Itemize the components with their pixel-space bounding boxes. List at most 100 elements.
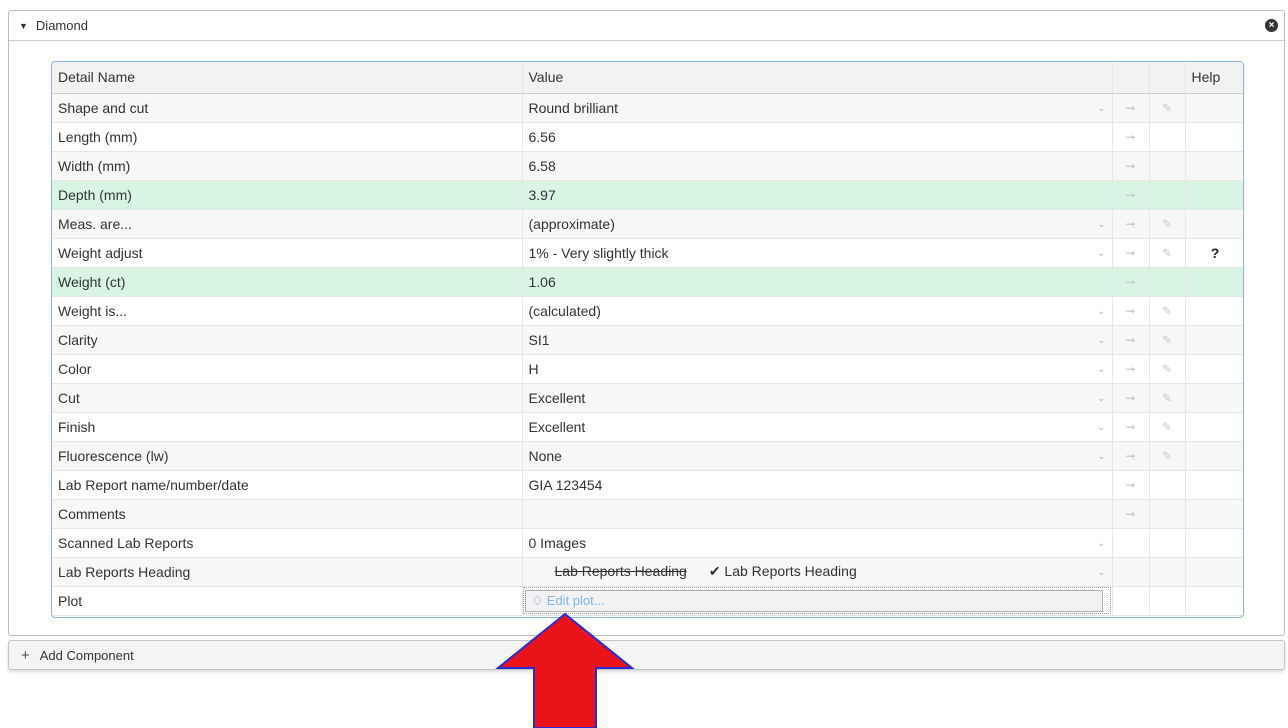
sign-in-icon[interactable]: ➞ xyxy=(1112,383,1150,413)
row-value-select[interactable]: H ⌄ xyxy=(522,354,1113,384)
row-name: Weight is... xyxy=(52,296,523,326)
row-value-input[interactable]: 3.97 xyxy=(522,180,1113,210)
plot-cell: ♢ Edit plot... xyxy=(522,586,1113,616)
row-value: None xyxy=(528,447,562,464)
edit-plot-button[interactable]: ♢ Edit plot... xyxy=(524,589,1103,612)
row-value: Excellent xyxy=(528,389,586,406)
row-value-select[interactable]: Round brilliant ⌄ xyxy=(522,93,1113,123)
sign-in-icon[interactable]: ➞ xyxy=(1112,470,1150,500)
help-cell xyxy=(1185,267,1243,297)
table-row: Lab Report name/number/date GIA 123454 ➞ xyxy=(52,470,1243,500)
row-value-input[interactable]: 6.56 xyxy=(522,122,1113,152)
sign-in-icon[interactable]: ➞ xyxy=(1112,238,1150,268)
table-row: Weight (ct) 1.06 ➞ xyxy=(52,267,1243,297)
column-header-detail-name[interactable]: Detail Name xyxy=(52,62,523,94)
column-header-edit xyxy=(1149,62,1186,94)
row-name: Weight adjust xyxy=(52,238,523,268)
help-cell xyxy=(1185,499,1243,529)
row-name: Color xyxy=(52,354,523,384)
sign-in-icon[interactable]: ➞ xyxy=(1112,412,1150,442)
row-value-input[interactable] xyxy=(522,499,1113,529)
sign-in-icon[interactable]: ➞ xyxy=(1112,93,1150,123)
row-value-select[interactable]: Excellent ⌄ xyxy=(522,383,1113,413)
sign-in-icon[interactable]: ➞ xyxy=(1112,267,1150,297)
chevron-down-icon[interactable]: ⌄ xyxy=(1097,335,1105,346)
chevron-down-icon[interactable]: ⌄ xyxy=(1097,451,1105,462)
add-component-button[interactable]: + Add Component xyxy=(8,640,1285,670)
row-value: (approximate) xyxy=(528,215,615,232)
edit-icon[interactable]: ✎ xyxy=(1149,325,1186,355)
help-cell xyxy=(1185,412,1243,442)
table-row: Finish Excellent ⌄ ➞ ✎ xyxy=(52,412,1243,442)
diamond-panel: ▼ Diamond × Detail Name Value Help Shape… xyxy=(8,10,1285,636)
edit-icon[interactable]: ✎ xyxy=(1149,296,1186,326)
help-icon[interactable]: ? xyxy=(1185,238,1243,268)
edit-icon[interactable]: ✎ xyxy=(1149,354,1186,384)
panel-header[interactable]: ▼ Diamond xyxy=(9,11,1284,41)
row-value-input[interactable]: 1.06 xyxy=(522,267,1113,297)
chevron-down-icon[interactable]: ⌄ xyxy=(1097,364,1105,375)
help-cell xyxy=(1185,151,1243,181)
chevron-down-icon[interactable]: ⌄ xyxy=(1097,306,1105,317)
collapse-caret-icon[interactable]: ▼ xyxy=(19,21,28,31)
sign-in-icon[interactable]: ➞ xyxy=(1112,209,1150,239)
column-header-value[interactable]: Value xyxy=(522,62,1113,94)
table-row: Cut Excellent ⌄ ➞ ✎ xyxy=(52,383,1243,413)
row-value-select[interactable]: 1% - Very slightly thick ⌄ xyxy=(522,238,1113,268)
table-row: Scanned Lab Reports 0 Images ⌄ xyxy=(52,528,1243,558)
chevron-down-icon[interactable]: ⌄ xyxy=(1097,103,1105,114)
chevron-down-icon[interactable]: ⌄ xyxy=(1097,248,1105,259)
close-icon[interactable]: × xyxy=(1265,19,1278,32)
table-row: Clarity SI1 ⌄ ➞ ✎ xyxy=(52,325,1243,355)
edit-icon[interactable]: ✎ xyxy=(1149,209,1186,239)
chevron-down-icon[interactable]: ⌄ xyxy=(1097,567,1105,578)
sign-in-icon[interactable]: ➞ xyxy=(1112,180,1150,210)
help-cell xyxy=(1185,209,1243,239)
table-row: Meas. are... (approximate) ⌄ ➞ ✎ xyxy=(52,209,1243,239)
row-value-select[interactable]: (calculated) ⌄ xyxy=(522,296,1113,326)
edit-icon[interactable]: ✎ xyxy=(1149,238,1186,268)
sign-in-icon[interactable]: ➞ xyxy=(1112,354,1150,384)
help-cell xyxy=(1185,441,1243,471)
row-value-select[interactable]: None ⌄ xyxy=(522,441,1113,471)
row-name: Scanned Lab Reports xyxy=(52,528,523,558)
row-name: Fluorescence (lw) xyxy=(52,441,523,471)
sign-in-icon[interactable]: ➞ xyxy=(1112,122,1150,152)
row-value-input[interactable]: 6.58 xyxy=(522,151,1113,181)
help-cell xyxy=(1185,93,1243,123)
edit-icon[interactable]: ✎ xyxy=(1149,383,1186,413)
row-value-select[interactable]: SI1 ⌄ xyxy=(522,325,1113,355)
edit-icon[interactable]: ✎ xyxy=(1149,441,1186,471)
help-cell xyxy=(1185,586,1243,616)
sign-in-icon[interactable]: ➞ xyxy=(1112,151,1150,181)
empty-cell xyxy=(1112,557,1150,587)
row-value-input[interactable]: GIA 123454 xyxy=(522,470,1113,500)
sign-in-icon[interactable]: ➞ xyxy=(1112,499,1150,529)
row-value-select[interactable]: Excellent ⌄ xyxy=(522,412,1113,442)
row-value-select[interactable]: 0 Images ⌄ xyxy=(522,528,1113,558)
panel-title: Diamond xyxy=(35,18,88,33)
chevron-down-icon[interactable]: ⌄ xyxy=(1097,219,1105,230)
row-name: Weight (ct) xyxy=(52,267,523,297)
table-row: Shape and cut Round brilliant ⌄ ➞ ✎ xyxy=(52,93,1243,123)
row-value-select[interactable]: (approximate) ⌄ xyxy=(522,209,1113,239)
chevron-down-icon[interactable]: ⌄ xyxy=(1097,422,1105,433)
empty-cell xyxy=(1149,470,1186,500)
help-cell xyxy=(1185,557,1243,587)
row-value: (calculated) xyxy=(528,302,601,319)
table-row: Color H ⌄ ➞ ✎ xyxy=(52,354,1243,384)
heading-option-unselected[interactable]: Lab Reports Heading xyxy=(555,563,687,579)
chevron-down-icon[interactable]: ⌄ xyxy=(1097,393,1105,404)
edit-icon[interactable]: ✎ xyxy=(1149,412,1186,442)
row-name: Width (mm) xyxy=(52,151,523,181)
edit-icon[interactable]: ✎ xyxy=(1149,93,1186,123)
help-cell xyxy=(1185,180,1243,210)
empty-cell xyxy=(1149,122,1186,152)
chevron-down-icon[interactable]: ⌄ xyxy=(1097,538,1105,549)
help-cell xyxy=(1185,325,1243,355)
heading-option-selected[interactable]: ✔ Lab Reports Heading xyxy=(709,563,857,579)
sign-in-icon[interactable]: ➞ xyxy=(1112,441,1150,471)
sign-in-icon[interactable]: ➞ xyxy=(1112,325,1150,355)
row-value-select[interactable]: Lab Reports Heading ✔ Lab Reports Heading… xyxy=(522,557,1113,587)
sign-in-icon[interactable]: ➞ xyxy=(1112,296,1150,326)
